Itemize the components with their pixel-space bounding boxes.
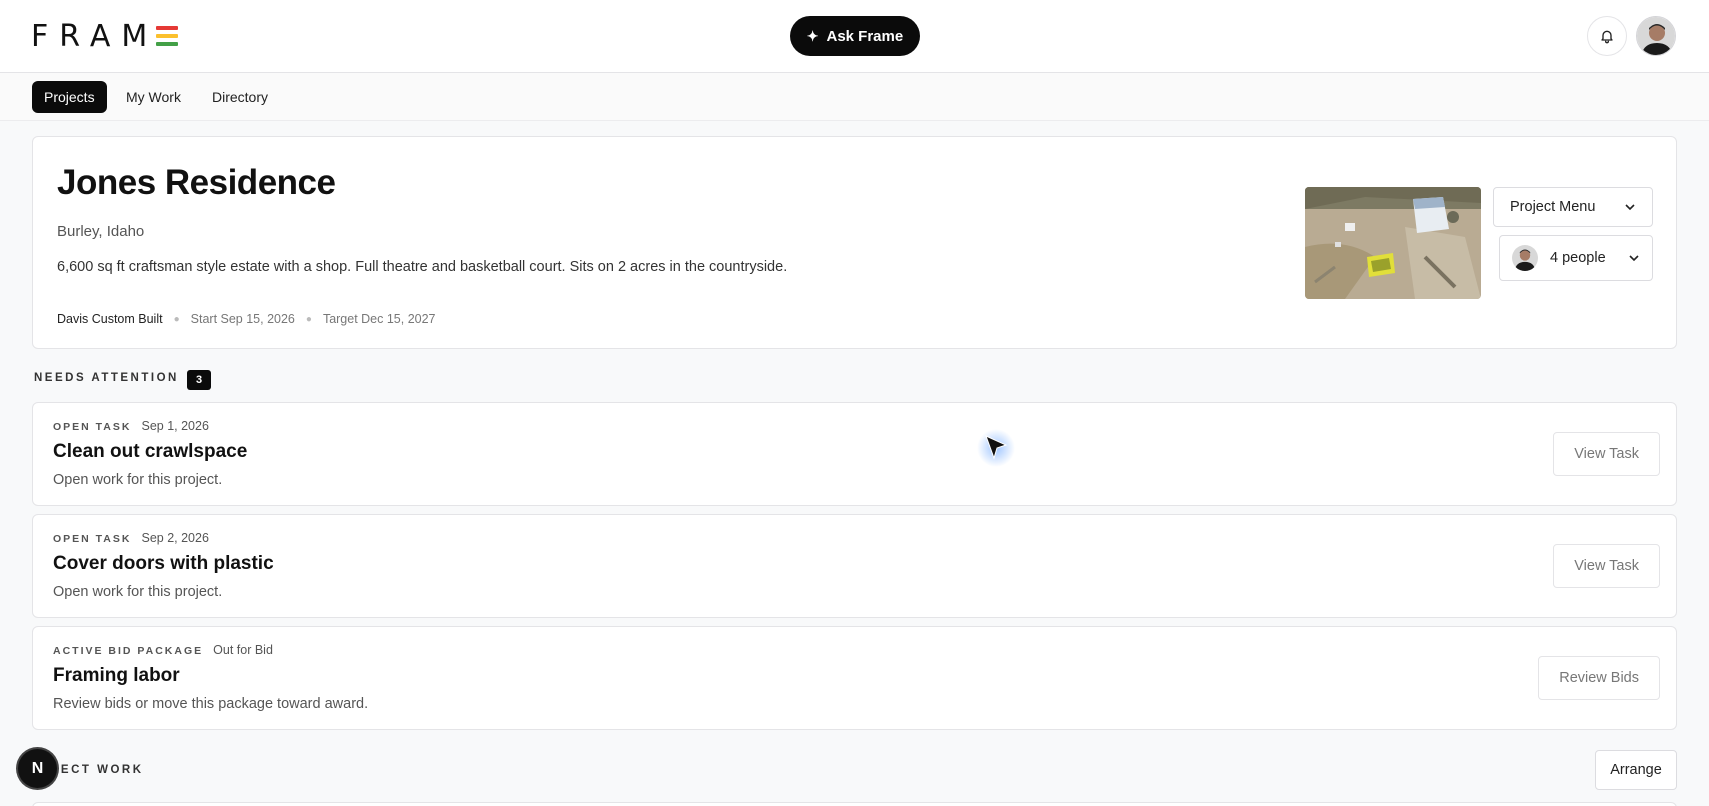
project-people-dropdown[interactable]: 4 people [1499, 235, 1653, 281]
chevron-down-icon [1629, 255, 1639, 262]
arrange-button[interactable]: Arrange [1595, 750, 1677, 790]
ask-frame-label: Ask Frame [826, 27, 904, 45]
review-bids-button[interactable]: Review Bids [1538, 656, 1660, 700]
item-meta: Sep 1, 2026 [141, 419, 209, 433]
project-target-date: Target Dec 15, 2027 [322, 312, 436, 326]
needs-attention-count-badge: 3 [187, 370, 211, 390]
item-title: Cover doors with plastic [53, 553, 274, 574]
chevron-down-icon [1625, 204, 1635, 211]
attention-item[interactable]: OPEN TASK Sep 2, 2026 Cover doors with p… [32, 514, 1677, 618]
view-task-button[interactable]: View Task [1553, 432, 1660, 476]
attention-item[interactable]: ACTIVE BID PACKAGE Out for Bid Framing l… [32, 626, 1677, 730]
meta-separator: ● [305, 313, 312, 325]
mouse-cursor-icon [977, 429, 1015, 467]
project-work-heading: JECT WORK [52, 764, 144, 776]
top-bar: FRAM ✦ Ask Frame [0, 0, 1709, 73]
project-menu-dropdown[interactable]: Project Menu [1493, 187, 1653, 227]
view-task-button[interactable]: View Task [1553, 544, 1660, 588]
item-kicker: ACTIVE BID PACKAGE Out for Bid [53, 643, 273, 657]
project-meta: Davis Custom Built ● Start Sep 15, 2026 … [57, 312, 436, 326]
project-start-date: Start Sep 15, 2026 [190, 312, 295, 326]
logo-bars-icon [156, 26, 179, 46]
item-type: OPEN TASK [53, 421, 132, 433]
project-header-card: Jones Residence Burley, Idaho 6,600 sq f… [32, 136, 1677, 349]
item-title: Clean out crawlspace [53, 441, 248, 462]
attention-item[interactable]: OPEN TASK Sep 1, 2026 Clean out crawlspa… [32, 402, 1677, 506]
ask-frame-button[interactable]: ✦ Ask Frame [790, 16, 920, 56]
main-nav: Projects My Work Directory [0, 73, 1709, 121]
item-meta: Sep 2, 2026 [141, 531, 209, 545]
tab-directory[interactable]: Directory [200, 81, 280, 113]
aerial-photo-image [1305, 187, 1481, 299]
item-type: ACTIVE BID PACKAGE [53, 645, 204, 657]
project-builder: Davis Custom Built [57, 312, 163, 326]
dev-tools-badge[interactable]: N [18, 749, 57, 788]
item-type: OPEN TASK [53, 533, 132, 545]
avatar-image [1637, 17, 1675, 55]
project-title: Jones Residence [57, 163, 336, 202]
item-title: Framing labor [53, 665, 180, 686]
people-avatar [1512, 245, 1538, 271]
item-kicker: OPEN TASK Sep 1, 2026 [53, 419, 209, 433]
frame-logo[interactable]: FRAM [31, 19, 179, 54]
item-subtitle: Open work for this project. [53, 584, 223, 600]
tab-projects[interactable]: Projects [32, 81, 107, 113]
item-subtitle: Review bids or move this package toward … [53, 696, 369, 712]
user-avatar[interactable] [1636, 16, 1676, 56]
project-location: Burley, Idaho [57, 223, 145, 240]
sparkle-icon: ✦ [806, 27, 819, 44]
item-kicker: OPEN TASK Sep 2, 2026 [53, 531, 209, 545]
people-count-label: 4 people [1550, 250, 1606, 266]
item-meta: Out for Bid [213, 643, 273, 657]
logo-wordmark: FRAM [31, 18, 159, 54]
project-site-photo[interactable] [1305, 187, 1481, 299]
project-description: 6,600 sq ft craftsman style estate with … [57, 259, 788, 275]
meta-separator: ● [173, 313, 180, 325]
project-work-card [32, 802, 1677, 806]
item-subtitle: Open work for this project. [53, 472, 223, 488]
needs-attention-heading: NEEDS ATTENTION [34, 372, 179, 384]
project-menu-label: Project Menu [1510, 199, 1596, 215]
notifications-button[interactable] [1587, 16, 1627, 56]
bell-icon [1601, 30, 1613, 44]
tab-my-work[interactable]: My Work [114, 81, 193, 113]
